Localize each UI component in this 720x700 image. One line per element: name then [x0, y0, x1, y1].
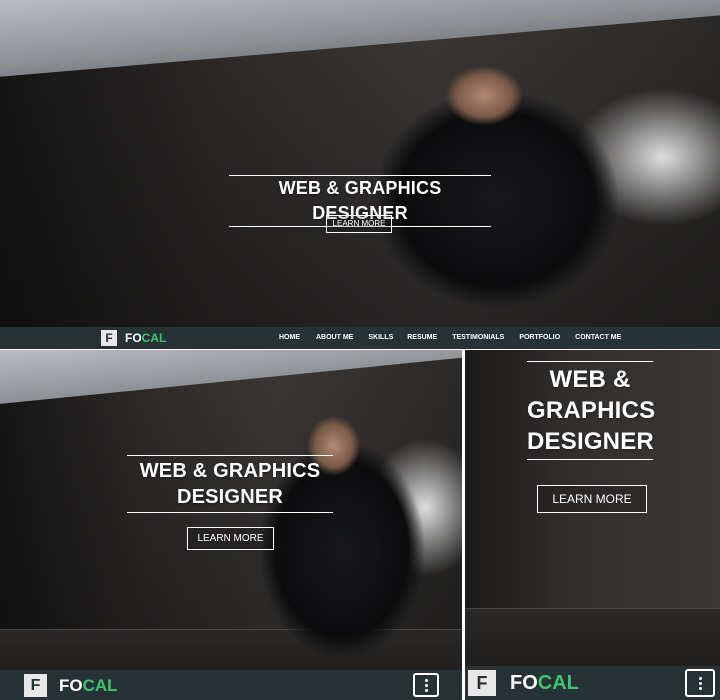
mobile-hero-headline: WEB & GRAPHICS DESIGNER — [527, 361, 656, 460]
mobile-logo-letter: F — [476, 672, 488, 693]
mobile-learn-more-label: LEARN MORE — [552, 492, 632, 506]
tablet-hero-wall — [0, 350, 462, 404]
learn-more-button[interactable]: LEARN MORE — [326, 215, 392, 233]
mobile-preview: WEB & GRAPHICS DESIGNER LEARN MORE F FOC… — [465, 350, 720, 700]
mobile-headline-line3: DESIGNER — [527, 428, 654, 455]
tablet-learn-more-button[interactable]: LEARN MORE — [187, 527, 274, 550]
tablet-preview: WEB & GRAPHICS DESIGNER LEARN MORE F FOC… — [0, 350, 462, 700]
logo-wordmark: FOCAL — [125, 331, 166, 345]
mobile-logo-wordmark: FOCAL — [510, 672, 579, 695]
mobile-learn-more-button[interactable]: LEARN MORE — [537, 485, 647, 513]
tablet-logo-letter: F — [30, 676, 41, 694]
mobile-navbar: F FOCAL — [465, 666, 720, 700]
letter-f-logo-icon: F — [101, 330, 117, 346]
tablet-menu-button[interactable] — [413, 673, 439, 697]
mobile-logo-fo: FO — [510, 671, 538, 694]
learn-more-label: LEARN MORE — [332, 219, 386, 228]
mobile-headline-line2: GRAPHICS — [527, 397, 656, 424]
letter-f-logo-icon: F — [468, 670, 496, 696]
tablet-headline-line2: DESIGNER — [176, 486, 284, 508]
nav-testimonials[interactable]: TESTIMONIALS — [452, 334, 504, 341]
nav-resume[interactable]: RESUME — [407, 334, 437, 341]
mobile-logo[interactable]: F FOCAL — [468, 670, 579, 696]
logo-fo: FO — [125, 331, 142, 345]
desktop-logo[interactable]: F FOCAL — [101, 330, 166, 346]
desktop-preview: WEB & GRAPHICS DESIGNER LEARN MORE F FOC… — [0, 0, 720, 349]
tablet-logo-fo: FO — [59, 675, 83, 695]
vertical-dots-icon — [424, 678, 428, 692]
nav-portfolio[interactable]: PORTFOLIO — [519, 334, 560, 341]
mobile-headline-line1: WEB & — [549, 366, 631, 393]
tablet-hero-person — [258, 413, 426, 686]
logo-letter: F — [105, 331, 113, 345]
nav-about-me[interactable]: ABOUT ME — [316, 334, 353, 341]
tablet-navbar: F FOCAL — [0, 670, 462, 700]
tablet-headline-line1: WEB & GRAPHICS — [139, 460, 321, 482]
mobile-logo-cal: CAL — [537, 671, 579, 694]
tablet-hero-photo — [0, 350, 462, 700]
logo-cal: CAL — [141, 331, 167, 345]
desktop-navbar: F FOCAL HOME ABOUT ME SKILLS RESUME TEST… — [0, 327, 720, 349]
vertical-dots-icon — [698, 676, 702, 690]
tablet-logo-wordmark: FOCAL — [59, 676, 118, 696]
tablet-logo[interactable]: F FOCAL — [24, 674, 118, 697]
nav-contact-me[interactable]: CONTACT ME — [575, 334, 621, 341]
hero-wall — [0, 0, 720, 77]
tablet-logo-cal: CAL — [82, 675, 118, 695]
desktop-nav: HOME ABOUT ME SKILLS RESUME TESTIMONIALS… — [279, 334, 621, 341]
letter-f-logo-icon: F — [24, 674, 47, 697]
nav-skills[interactable]: SKILLS — [368, 334, 393, 341]
mobile-menu-button[interactable] — [685, 669, 715, 697]
nav-home[interactable]: HOME — [279, 334, 300, 341]
tablet-hero-headline: WEB & GRAPHICS DESIGNER — [127, 455, 333, 513]
tablet-learn-more-label: LEARN MORE — [197, 533, 264, 544]
